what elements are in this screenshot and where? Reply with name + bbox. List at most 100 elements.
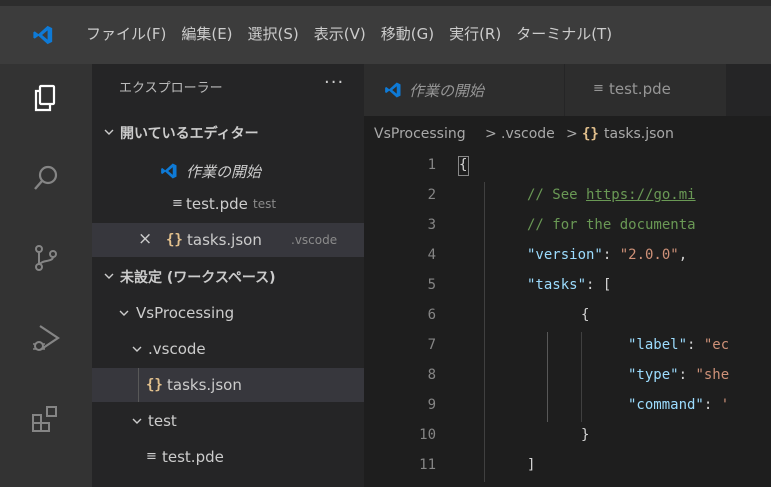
menu-run[interactable]: 実行(R) (449, 22, 501, 46)
code-token: "ec (703, 337, 730, 353)
code-line: "label": "ec (628, 337, 729, 353)
code-token: : [ (586, 277, 612, 293)
tab-test-pde-label: test.pde (609, 80, 671, 98)
tab-test-pde[interactable]: ≡ test.pde (564, 64, 726, 116)
line-number: 5 (427, 277, 436, 293)
indent-guide (484, 182, 485, 482)
line-number: 1 (427, 157, 436, 173)
tab-welcome[interactable]: 作業の開始 (364, 64, 564, 116)
lines-file-icon: ≡ (172, 196, 183, 211)
open-editors-header[interactable]: 開いているエディター (92, 115, 364, 149)
code-line: "tasks": [ (527, 277, 611, 293)
breadcrumb: VsProcessing > .vscode > {} tasks.json (364, 116, 771, 154)
run-debug-icon[interactable] (30, 322, 62, 354)
menu-terminal[interactable]: ターミナル(T) (516, 22, 612, 46)
title-bar: ファイル(F) 編集(E) 選択(S) 表示(V) 移動(G) 実行(R) ター… (0, 0, 771, 64)
code-token: : (602, 247, 620, 263)
code-token: : (678, 367, 696, 383)
tree-folder-vsprocessing-label: VsProcessing (136, 304, 235, 322)
code-token: "version" (527, 247, 603, 263)
breadcrumb-item-vscode[interactable]: .vscode (501, 126, 555, 142)
code-token: { (459, 157, 468, 173)
code-editor[interactable]: 1 2 3 4 5 6 7 8 9 10 11 { // See https:/… (364, 154, 771, 487)
chevron-down-icon (104, 129, 114, 135)
menu-edit[interactable]: 編集(E) (181, 22, 232, 46)
line-number: 7 (427, 337, 436, 353)
indent-guide (581, 332, 582, 422)
tree-folder-vscode[interactable]: .vscode (92, 332, 364, 366)
line-number: 9 (427, 397, 436, 413)
tree-file-test-pde[interactable]: ≡ test.pde (92, 440, 364, 474)
breadcrumb-item-vsprocessing[interactable]: VsProcessing (374, 126, 466, 142)
code-token: : (703, 397, 721, 413)
editor-tabs: 作業の開始 ≡ test.pde (364, 64, 771, 116)
code-token: // for the documenta (527, 217, 696, 233)
code-line: "version": "2.0.0", (527, 247, 687, 263)
json-braces-icon: {} (582, 126, 599, 142)
open-editor-tasks-json-label: tasks.json (187, 231, 262, 249)
line-number: 11 (419, 457, 436, 473)
tree-file-test-pde-label: test.pde (162, 448, 224, 466)
extensions-icon[interactable] (30, 402, 62, 434)
breadcrumb-item-tasks-json[interactable]: tasks.json (604, 126, 674, 142)
code-line: { (581, 307, 589, 323)
code-line: // for the documenta (527, 217, 696, 233)
explorer-icon[interactable] (30, 82, 62, 114)
lines-file-icon: ≡ (593, 81, 604, 96)
code-token: , (678, 247, 688, 263)
code-token: // See (527, 187, 587, 203)
vscode-logo-icon (385, 82, 401, 98)
chevron-down-icon (132, 346, 142, 352)
sidebar-header: エクスプローラー ··· (92, 64, 364, 110)
breadcrumb-separator: > (485, 126, 497, 142)
menu-file[interactable]: ファイル(F) (86, 22, 166, 46)
code-line: } (581, 427, 589, 443)
lines-file-icon: ≡ (146, 449, 157, 464)
menu-view[interactable]: 表示(V) (314, 22, 366, 46)
code-token: ' (720, 397, 730, 413)
search-icon[interactable] (30, 162, 62, 194)
sidebar-title: エクスプローラー (119, 81, 223, 96)
line-number: 3 (427, 217, 436, 233)
code-token: : (687, 337, 704, 353)
open-editor-tasks-json[interactable]: × {} tasks.json .vscode (92, 223, 364, 257)
more-actions-button[interactable]: ··· (324, 72, 344, 93)
line-number: 10 (419, 427, 436, 443)
open-editor-test-pde-hint: test (253, 197, 277, 211)
code-token: { (581, 307, 590, 323)
menu-selection[interactable]: 選択(S) (248, 22, 299, 46)
open-editor-welcome-label: 作業の開始 (186, 163, 262, 181)
open-editor-tasks-json-hint: .vscode (291, 233, 338, 247)
tab-welcome-label: 作業の開始 (409, 82, 485, 100)
tree-folder-vsprocessing[interactable]: VsProcessing (92, 296, 364, 330)
workspace-header[interactable]: 未設定 (ワークスペース) (92, 259, 364, 293)
line-number: 8 (427, 367, 436, 383)
chevron-down-icon (132, 418, 142, 424)
tree-file-tasks-json-label: tasks.json (167, 376, 242, 394)
tree-file-tasks-json[interactable]: {} tasks.json (92, 368, 364, 402)
code-link[interactable]: https://go.mi (586, 187, 696, 203)
code-token: ] (527, 457, 536, 473)
tree-folder-test[interactable]: test (92, 404, 364, 438)
open-editor-welcome[interactable]: 作業の開始 (92, 153, 364, 187)
code-token: "label" (628, 337, 688, 353)
json-braces-icon: {} (146, 377, 163, 393)
tree-folder-vscode-label: .vscode (148, 340, 206, 358)
chevron-down-icon (119, 310, 129, 316)
activity-bar (0, 64, 92, 487)
line-number: 6 (427, 307, 436, 323)
open-editor-test-pde[interactable]: ≡ test.pde test (92, 187, 364, 221)
source-control-icon[interactable] (30, 242, 62, 274)
close-icon[interactable]: × (138, 229, 152, 249)
code-line: ] (527, 457, 535, 473)
workspace-label: 未設定 (ワークスペース) (120, 270, 276, 286)
open-editor-test-pde-label: test.pde (186, 195, 248, 213)
vscode-logo-icon (161, 163, 177, 179)
tree-indent-guide (138, 368, 139, 402)
menu-go[interactable]: 移動(G) (381, 22, 434, 46)
code-token: } (581, 427, 590, 443)
indent-guide (547, 332, 548, 422)
menu-bar: ファイル(F) 編集(E) 選択(S) 表示(V) 移動(G) 実行(R) ター… (86, 22, 627, 46)
code-line: // See https://go.mi (527, 187, 696, 203)
code-token: "2.0.0" (619, 247, 679, 263)
